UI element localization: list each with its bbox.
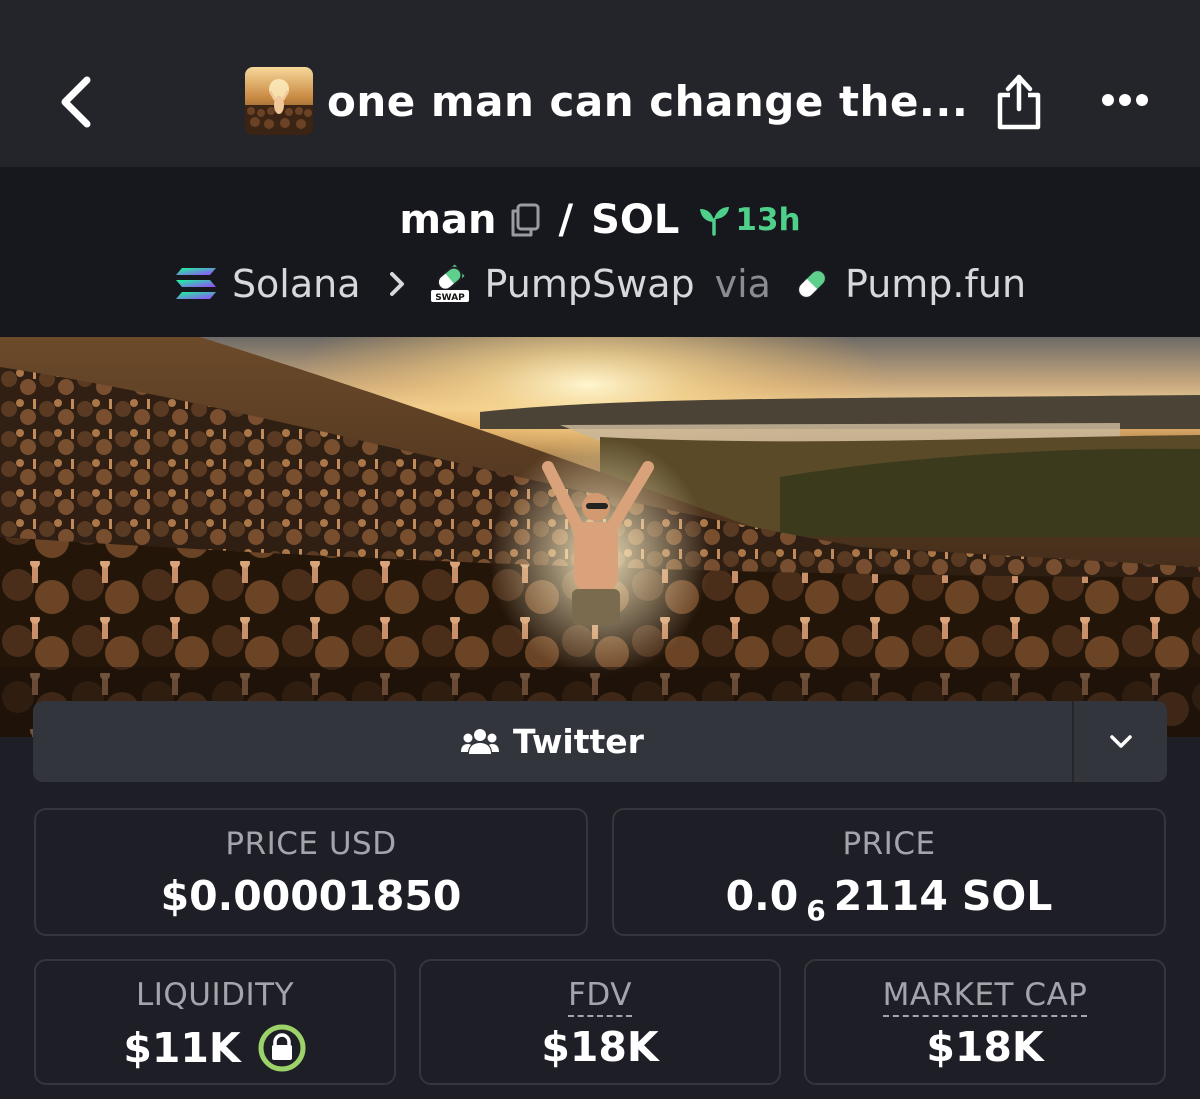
chevron-right-icon (389, 271, 405, 297)
social-dropdown-button[interactable] (1074, 701, 1167, 782)
launchpad-link[interactable]: Pump.fun (793, 262, 1026, 306)
users-icon (461, 728, 500, 754)
share-button[interactable] (990, 64, 1048, 136)
dex-link[interactable]: SWAP PumpSwap (429, 262, 695, 306)
copy-icon[interactable] (509, 203, 541, 237)
lock-icon[interactable] (257, 1023, 307, 1073)
svg-text:SWAP: SWAP (435, 293, 465, 303)
pair-title: man / SOL 13h (0, 192, 1200, 248)
social-links-bar: Twitter (33, 701, 1167, 782)
price-native-digits: 2114 (833, 872, 948, 920)
token-avatar (245, 67, 313, 135)
pumpswap-icon: SWAP (429, 263, 471, 305)
back-button[interactable] (48, 70, 104, 134)
solana-icon (174, 266, 218, 302)
token-name: one man can change the... (327, 76, 969, 126)
price-usd-label: PRICE USD (225, 826, 397, 862)
token-title: one man can change the... (245, 67, 968, 135)
price-native-zero-count: 6 (806, 893, 826, 927)
base-token-symbol: man (399, 197, 497, 243)
chevron-down-icon (1109, 734, 1132, 748)
twitter-button[interactable]: Twitter (33, 701, 1074, 782)
sprout-icon (700, 207, 730, 236)
dex-name: PumpSwap (484, 262, 695, 306)
twitter-label: Twitter (513, 722, 644, 761)
breadcrumb: Solana SWAP PumpSwap via Pump.fun (0, 257, 1200, 311)
price-usd-card: PRICE USD $0.00001850 (34, 808, 588, 936)
quote-token-symbol: SOL (591, 197, 680, 243)
chain-link[interactable]: Solana (174, 262, 361, 306)
fdv-card: FDV $18K (419, 959, 781, 1085)
top-app-bar: one man can change the... (0, 0, 1200, 167)
pair-age: 13h (735, 202, 801, 238)
fdv-value: $18K (541, 1023, 659, 1071)
chain-name: Solana (231, 262, 361, 306)
liquidity-row: $11K (36, 1023, 394, 1073)
price-native-prefix: 0.0 (725, 872, 799, 920)
liquidity-card: LIQUIDITY $11K (34, 959, 396, 1085)
chevron-left-icon (61, 76, 91, 128)
price-native-value: 0.0 6 2114 SOL (614, 872, 1164, 927)
market-cap-card: MARKET CAP $18K (804, 959, 1166, 1085)
liquidity-value: $11K (123, 1024, 241, 1072)
pill-icon (793, 265, 831, 303)
market-cap-value: $18K (926, 1023, 1044, 1071)
price-native-label: PRICE (842, 826, 936, 862)
price-native-unit: SOL (961, 872, 1053, 920)
via-label: via (714, 262, 771, 306)
price-usd-value: $0.00001850 (160, 872, 462, 920)
price-native-card: PRICE 0.0 6 2114 SOL (612, 808, 1166, 936)
token-banner-image (0, 337, 1200, 737)
more-button[interactable] (1095, 80, 1155, 120)
more-icon (1102, 94, 1148, 106)
fdv-label[interactable]: FDV (421, 977, 779, 1017)
share-icon (997, 74, 1041, 130)
launchpad-name: Pump.fun (844, 262, 1027, 306)
pair-separator: / (558, 197, 574, 243)
pair-age-badge: 13h (697, 202, 801, 238)
market-cap-label[interactable]: MARKET CAP (806, 977, 1164, 1017)
liquidity-label: LIQUIDITY (135, 977, 295, 1013)
